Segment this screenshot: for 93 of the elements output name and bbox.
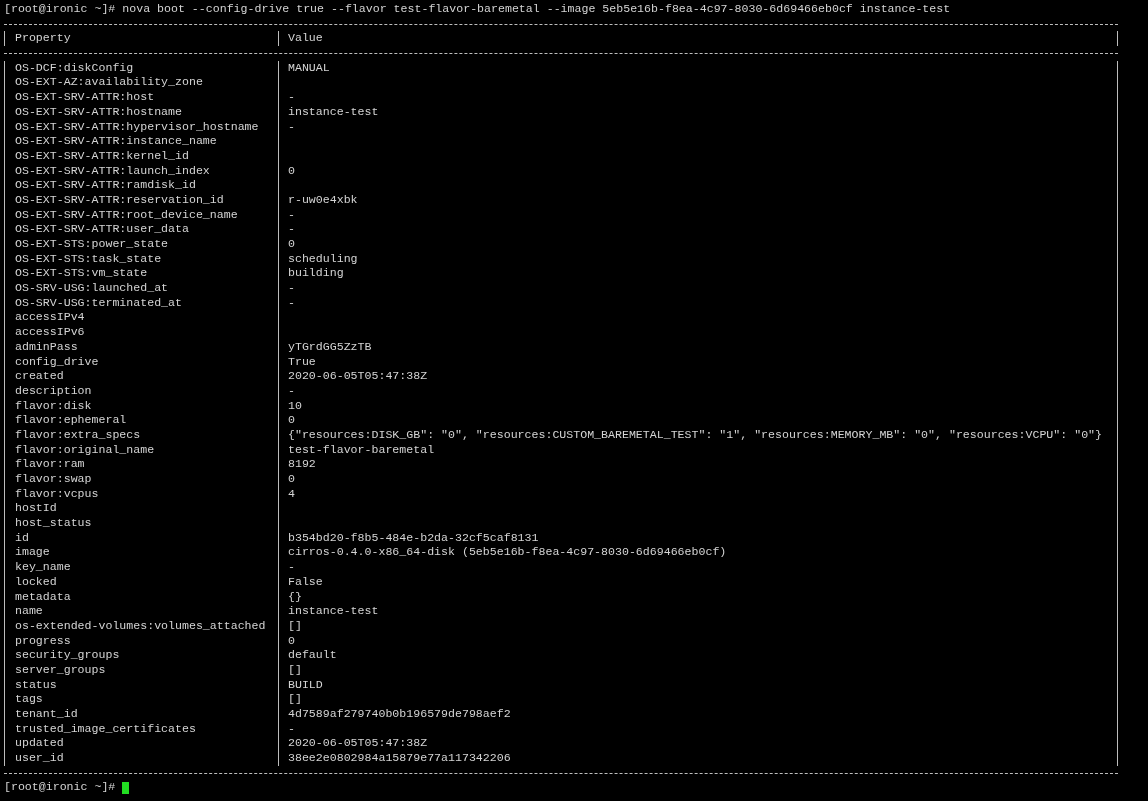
table-cell: OS-DCF:diskConfig bbox=[15, 60, 134, 74]
table-cell: MANUAL bbox=[288, 60, 330, 74]
table-cell: building bbox=[288, 266, 344, 280]
table-cell: - bbox=[288, 207, 295, 221]
table-cell: [] bbox=[288, 618, 302, 632]
table-cell: description bbox=[15, 383, 92, 397]
table-cell: server_groups bbox=[15, 662, 106, 676]
table-cell: trusted_image_certificates bbox=[15, 721, 196, 735]
table-cell: yTGrdGG5ZzTB bbox=[288, 339, 372, 353]
table-cell: OS-EXT-SRV-ATTR:host bbox=[15, 90, 155, 104]
table-cell: flavor:swap bbox=[15, 472, 92, 485]
table-cell: created bbox=[15, 369, 64, 383]
table-cell: instance-test bbox=[288, 104, 379, 118]
table-cell: OS-EXT-STS:task_state bbox=[15, 251, 162, 265]
table-cell: key_name bbox=[15, 560, 71, 574]
table-cell: 4 bbox=[288, 486, 295, 500]
table-cell: updated bbox=[15, 736, 64, 750]
table-cell: image bbox=[15, 545, 50, 559]
table-cell: flavor:ephemeral bbox=[15, 413, 127, 427]
table-cell: 4d7589af279740b0b196579de798aef2 bbox=[288, 707, 511, 720]
table-cell: flavor:disk bbox=[15, 398, 92, 412]
table-cell: OS-SRV-USG:terminated_at bbox=[15, 295, 182, 309]
table-cell: OS-EXT-SRV-ATTR:kernel_id bbox=[15, 148, 189, 162]
table-cell: OS-EXT-SRV-ATTR:ramdisk_id bbox=[15, 178, 196, 192]
table-cell: adminPass bbox=[15, 339, 78, 353]
table-cell: accessIPv4 bbox=[15, 310, 85, 324]
table-cell: [] bbox=[288, 692, 302, 706]
table-cell: OS-EXT-SRV-ATTR:hypervisor_hostname bbox=[15, 119, 259, 133]
table-cell: 0 bbox=[288, 413, 295, 427]
table-cell: OS-EXT-AZ:availability_zone bbox=[15, 75, 203, 89]
table-cell: name bbox=[15, 604, 43, 618]
table-cell: instance-test bbox=[288, 604, 379, 618]
table-cell: 8192 bbox=[288, 457, 316, 471]
table-cell: 0 bbox=[288, 237, 295, 250]
table-cell: host_status bbox=[15, 516, 92, 530]
table-cell: flavor:extra_specs bbox=[15, 427, 141, 441]
table-cell: OS-EXT-SRV-ATTR:launch_index bbox=[15, 163, 210, 177]
table-cell: 0 bbox=[288, 472, 295, 485]
table-cell: user_id bbox=[15, 751, 64, 765]
table-cell: b354bd20-f8b5-484e-b2da-32cf5caf8131 bbox=[288, 530, 539, 544]
table-cell: [] bbox=[288, 662, 302, 676]
table-cell: True bbox=[288, 354, 316, 368]
table-cell: OS-EXT-SRV-ATTR:hostname bbox=[15, 104, 182, 118]
table-cell: 38ee2e0802984a15879e77a117342206 bbox=[288, 751, 511, 765]
table-cell: OS-EXT-SRV-ATTR:instance_name bbox=[15, 134, 217, 148]
table-cell: accessIPv6 bbox=[15, 325, 85, 339]
table-cell: flavor:vcpus bbox=[15, 486, 99, 500]
table-cell: - bbox=[288, 281, 295, 295]
table-cell: - bbox=[288, 90, 295, 104]
table-cell: flavor:original_name bbox=[15, 442, 155, 456]
table-cell: 2020-06-05T05:47:38Z bbox=[288, 369, 428, 383]
table-cell: 0 bbox=[288, 163, 295, 177]
table-cell: default bbox=[288, 648, 337, 662]
table-cell: OS-EXT-SRV-ATTR:user_data bbox=[15, 222, 189, 236]
table-cell: tenant_id bbox=[15, 707, 78, 720]
table-cell: config_drive bbox=[15, 354, 99, 368]
table-cell: OS-EXT-STS:vm_state bbox=[15, 266, 148, 280]
table-cell: OS-EXT-STS:power_state bbox=[15, 237, 169, 250]
table-cell: - bbox=[288, 222, 295, 236]
table-cell: OS-EXT-SRV-ATTR:root_device_name bbox=[15, 207, 238, 221]
table-cell: r-uw0e4xbk bbox=[288, 192, 358, 206]
shell-prompt: [root@ironic ~]# bbox=[4, 780, 116, 796]
table-cell: OS-SRV-USG:launched_at bbox=[15, 281, 169, 295]
command-line: [root@ironic ~]# nova boot --config-drive true --flavor test-flavor-baremetal --image 5eb5e16b-f8ea-4c97-8030-6d69466eb0cf instance-test bbox=[4, 2, 951, 15]
table-cell: locked bbox=[15, 574, 57, 588]
table-cell: - bbox=[288, 295, 295, 309]
table-cell: - bbox=[288, 119, 295, 133]
table-cell: - bbox=[288, 721, 295, 735]
table-cell: {} bbox=[288, 589, 302, 603]
table-cell: - bbox=[288, 383, 295, 397]
table-cell: progress bbox=[15, 633, 71, 647]
table-cell: os-extended-volumes:volumes_attached bbox=[15, 618, 266, 632]
table-cell: flavor:ram bbox=[15, 457, 85, 471]
table-cell: - bbox=[288, 560, 295, 574]
table-cell: 0 bbox=[288, 633, 295, 647]
table-cell: status bbox=[15, 677, 57, 691]
table-cell: tags bbox=[15, 692, 43, 706]
table-cell: test-flavor-baremetal bbox=[288, 442, 435, 456]
table-cell: BUILD bbox=[288, 677, 323, 691]
table-cell: scheduling bbox=[288, 251, 358, 265]
table-cell: {"resources:DISK_GB": "0", "resources:CUSTOM_BAREMETAL_TEST": "1", "resources:MEMORY_MB": "0", "resources:VCPU": "0"} bbox=[288, 427, 1102, 441]
table-cell: False bbox=[288, 574, 323, 588]
table-cell: hostId bbox=[15, 501, 57, 515]
column-header: Property bbox=[15, 31, 71, 45]
table-cell: metadata bbox=[15, 589, 71, 603]
cursor-icon bbox=[122, 781, 130, 794]
column-header: Value bbox=[288, 31, 323, 45]
table-cell: 2020-06-05T05:47:38Z bbox=[288, 736, 428, 750]
table-cell: security_groups bbox=[15, 648, 120, 662]
table-cell: OS-EXT-SRV-ATTR:reservation_id bbox=[15, 192, 224, 206]
table-cell: 10 bbox=[288, 398, 302, 412]
table-cell: id bbox=[15, 530, 29, 544]
table-cell: cirros-0.4.0-x86_64-disk (5eb5e16b-f8ea-4c97-8030-6d69466eb0cf) bbox=[288, 545, 727, 559]
